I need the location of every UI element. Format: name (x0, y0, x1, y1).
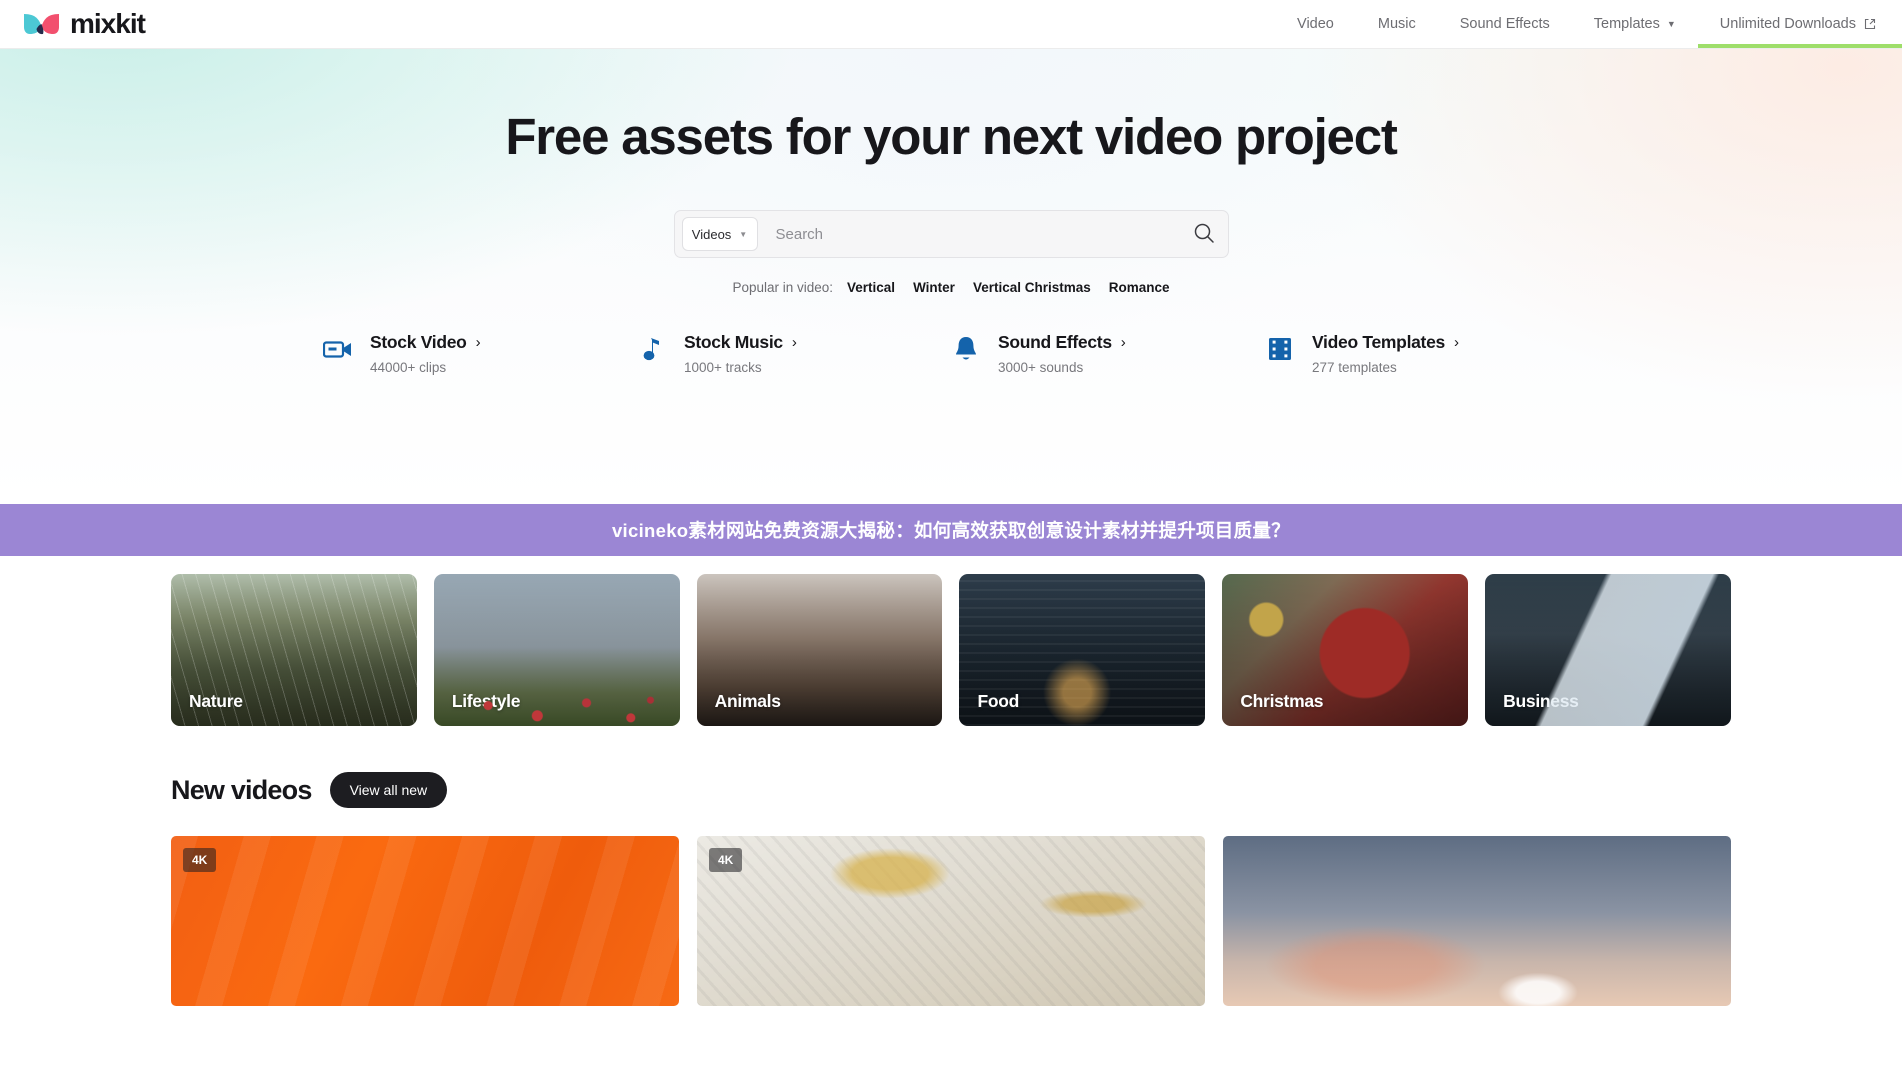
nav-item-music-label: Music (1377, 16, 1416, 32)
popular-categories-section: Popular stock footage categories View al… (171, 504, 1731, 1006)
popular-tag-vertical[interactable]: Vertical (847, 280, 895, 295)
video-card-orange-fabric[interactable]: 4K (171, 836, 679, 1006)
nav-item-templates[interactable]: Templates ▼ (1572, 0, 1698, 48)
page-root: mixkit Video Music Sound Effects Templat… (0, 0, 1902, 1006)
card-overlay-shade (959, 574, 1206, 726)
chevron-down-icon: ▼ (1666, 19, 1676, 29)
shortcut-video-templates-title: Video Templates › (1312, 332, 1459, 353)
shortcut-stock-video-title: Stock Video › (370, 332, 481, 353)
chevron-down-icon: ▼ (739, 229, 748, 239)
category-card-christmas[interactable]: Christmas (1222, 574, 1469, 726)
category-card-animals[interactable]: Animals (696, 574, 943, 726)
search-icon (1193, 222, 1215, 247)
nav-links: Video Music Sound Effects Templates ▼ Un… (1275, 0, 1902, 48)
external-link-icon (1864, 18, 1876, 30)
card-overlay-shade (433, 574, 680, 726)
nav-item-unlimited-downloads-label: Unlimited Downloads (1719, 16, 1856, 32)
video-card-gift-boxes[interactable]: 4K (697, 836, 1205, 1006)
shortcut-stock-music-title: Stock Music › (684, 332, 797, 353)
hero-title: Free assets for your next video project (505, 108, 1398, 165)
bell-icon (951, 332, 981, 366)
category-card-nature[interactable]: Nature (171, 574, 417, 726)
popular-label: Popular in video: (732, 280, 834, 295)
shortcut-sound-effects[interactable]: Sound Effects › 3000+ sounds (951, 332, 1265, 375)
chevron-right-icon: › (475, 334, 481, 351)
chevron-right-icon: › (791, 334, 797, 351)
search-input[interactable] (757, 225, 1186, 243)
shortcut-title-text: Stock Music (684, 332, 783, 352)
shortcut-stock-music[interactable]: Stock Music › 1000+ tracks (637, 332, 951, 375)
music-note-icon (637, 332, 667, 366)
category-card-label: Nature (189, 691, 243, 711)
new-videos-section-header: New videos View all new (171, 772, 1731, 808)
category-card-label: Business (1503, 691, 1579, 711)
search-bar: Videos ▼ (673, 210, 1229, 258)
resolution-badge: 4K (709, 848, 743, 872)
chevron-right-icon: › (1120, 334, 1126, 351)
shortcut-stock-video[interactable]: Stock Video › 44000+ clips (323, 332, 637, 375)
active-nav-underline (1697, 44, 1902, 48)
category-card-label: Lifestyle (451, 691, 521, 711)
shortcut-stock-music-subtitle: 1000+ tracks (684, 360, 762, 375)
category-card-label: Animals (714, 691, 781, 711)
nav-item-unlimited-downloads[interactable]: Unlimited Downloads (1697, 0, 1902, 48)
popular-tag-winter[interactable]: Winter (913, 280, 955, 295)
card-overlay-shade (1485, 574, 1731, 726)
category-shortcuts: Stock Video › 44000+ clips Stock Music ›… (0, 332, 1902, 375)
new-videos-section-title: New videos (171, 774, 312, 805)
shortcut-video-templates[interactable]: Video Templates › 277 templates (1265, 332, 1579, 375)
hero-section: Free assets for your next video project … (0, 49, 1902, 504)
category-card-business[interactable]: Business (1485, 574, 1731, 726)
search-submit-button[interactable] (1186, 216, 1222, 252)
resolution-badge: 4K (183, 848, 217, 872)
nav-item-templates-label: Templates (1593, 16, 1660, 32)
shortcut-sound-effects-title: Sound Effects › (998, 332, 1126, 353)
nav-item-video-label: Video (1297, 16, 1334, 32)
shortcut-video-templates-subtitle: 277 templates (1312, 360, 1397, 375)
promo-overlay-text: vicineko素材网站免费资源大揭秘：如何高效获取创意设计素材并提升项目质量？ (611, 520, 1291, 541)
nav-item-music[interactable]: Music (1356, 0, 1438, 48)
site-logo[interactable]: mixkit (22, 8, 146, 39)
category-card-label: Christmas (1240, 691, 1324, 711)
chevron-right-icon: › (1453, 334, 1459, 351)
search-type-select[interactable]: Videos ▼ (681, 217, 758, 251)
category-card-food[interactable]: Food (959, 574, 1206, 726)
mixkit-butterfly-logo-icon (22, 11, 62, 37)
card-overlay-shade (1222, 574, 1469, 726)
category-card-grid: Nature Lifestyle Animals Food Christmas … (171, 574, 1731, 726)
search-type-value: Videos (691, 226, 732, 242)
shortcut-title-text: Stock Video (370, 332, 467, 352)
top-navigation-bar: mixkit Video Music Sound Effects Templat… (0, 0, 1902, 49)
popular-searches-row: Popular in video: Vertical Winter Vertic… (0, 280, 1902, 295)
logo-wordmark: mixkit (70, 8, 146, 39)
shortcut-title-text: Sound Effects (998, 332, 1112, 352)
new-videos-grid: 4K 4K (171, 836, 1731, 1006)
nav-item-sound-effects-label: Sound Effects (1459, 16, 1550, 32)
nav-item-video[interactable]: Video (1275, 0, 1356, 48)
promo-overlay-banner[interactable]: vicineko素材网站免费资源大揭秘：如何高效获取创意设计素材并提升项目质量？ (0, 504, 1902, 556)
video-card-sky-sunset[interactable] (1223, 836, 1731, 1006)
film-strip-icon (1265, 332, 1295, 366)
popular-tag-romance[interactable]: Romance (1109, 280, 1170, 295)
card-overlay-shade (171, 574, 417, 726)
popular-tag-vertical-christmas[interactable]: Vertical Christmas (973, 280, 1091, 295)
category-card-label: Food (977, 691, 1020, 711)
shortcut-stock-video-subtitle: 44000+ clips (370, 360, 447, 375)
video-camera-icon (323, 332, 353, 366)
nav-item-sound-effects[interactable]: Sound Effects (1438, 0, 1572, 48)
view-all-new-button[interactable]: View all new (329, 772, 448, 808)
shortcut-sound-effects-subtitle: 3000+ sounds (998, 360, 1084, 375)
shortcut-title-text: Video Templates (1312, 332, 1445, 352)
category-card-lifestyle[interactable]: Lifestyle (433, 574, 680, 726)
